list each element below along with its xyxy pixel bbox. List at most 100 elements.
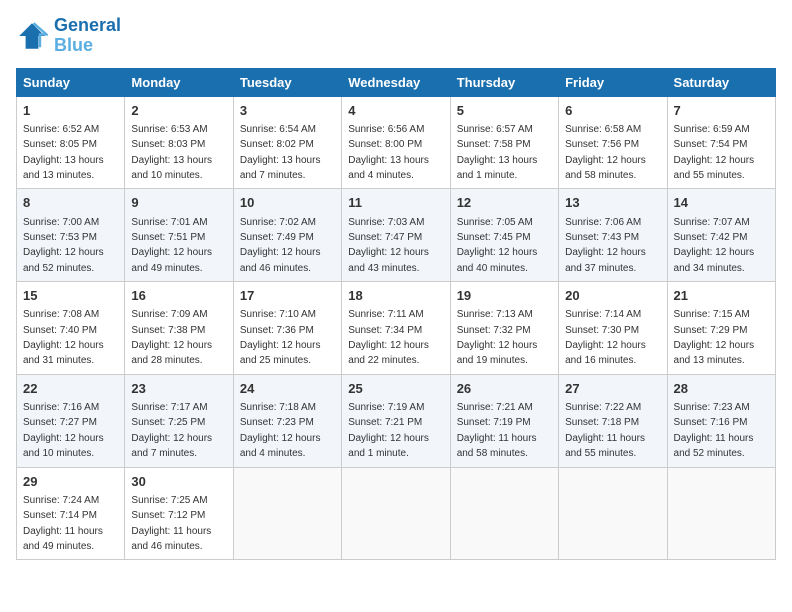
calendar-cell: 23 Sunrise: 7:17 AM Sunset: 7:25 PM Dayli… xyxy=(125,374,233,467)
calendar-cell xyxy=(667,467,775,560)
calendar-cell: 9 Sunrise: 7:01 AM Sunset: 7:51 PM Daylig… xyxy=(125,189,233,282)
day-number: 29 xyxy=(23,473,118,491)
day-info: Sunrise: 7:24 AM Sunset: 7:14 PM Dayligh… xyxy=(23,495,103,552)
calendar-cell: 10Sunrise: 7:02 AM Sunset: 7:49 PM Dayli… xyxy=(233,189,341,282)
day-number: 26 xyxy=(457,380,552,398)
calendar-cell: 30Sunrise: 7:25 AM Sunset: 7:12 PM Dayli… xyxy=(125,467,233,560)
day-info: Sunrise: 7:19 AM Sunset: 7:21 PM Dayligh… xyxy=(348,402,429,459)
calendar-cell: 27 Sunrise: 7:22 AM Sunset: 7:18 PM Dayli… xyxy=(559,374,667,467)
calendar-cell: 13 Sunrise: 7:06 AM Sunset: 7:43 PM Dayli… xyxy=(559,189,667,282)
day-info: Sunrise: 7:06 AM Sunset: 7:43 PM Dayligh… xyxy=(565,217,646,274)
calendar-cell: 12 Sunrise: 7:05 AM Sunset: 7:45 PM Dayli… xyxy=(450,189,558,282)
day-number: 13 xyxy=(565,194,660,212)
day-number: 5 xyxy=(457,102,552,120)
col-header-wednesday: Wednesday xyxy=(342,68,450,96)
week-row-2: 8Sunrise: 7:00 AM Sunset: 7:53 PM Daylig… xyxy=(17,189,776,282)
calendar-cell: 6Sunrise: 6:58 AM Sunset: 7:56 PM Daylig… xyxy=(559,96,667,189)
day-number: 7 xyxy=(674,102,769,120)
day-info: Sunrise: 7:23 AM Sunset: 7:16 PM Dayligh… xyxy=(674,402,754,459)
day-info: Sunrise: 6:54 AM Sunset: 8:02 PM Dayligh… xyxy=(240,124,321,181)
day-number: 3 xyxy=(240,102,335,120)
day-number: 18 xyxy=(348,287,443,305)
day-info: Sunrise: 7:05 AM Sunset: 7:45 PM Dayligh… xyxy=(457,217,538,274)
calendar-cell: 15 Sunrise: 7:08 AM Sunset: 7:40 PM Dayli… xyxy=(17,282,125,375)
day-number: 11 xyxy=(348,194,443,212)
calendar-cell: 11 Sunrise: 7:03 AM Sunset: 7:47 PM Dayli… xyxy=(342,189,450,282)
day-info: Sunrise: 7:08 AM Sunset: 7:40 PM Dayligh… xyxy=(23,309,104,366)
calendar-cell: 21 Sunrise: 7:15 AM Sunset: 7:29 PM Dayli… xyxy=(667,282,775,375)
day-info: Sunrise: 7:17 AM Sunset: 7:25 PM Dayligh… xyxy=(131,402,212,459)
day-number: 27 xyxy=(565,380,660,398)
calendar-cell: 8Sunrise: 7:00 AM Sunset: 7:53 PM Daylig… xyxy=(17,189,125,282)
page-header: General Blue xyxy=(16,16,776,56)
day-info: Sunrise: 6:59 AM Sunset: 7:54 PM Dayligh… xyxy=(674,124,755,181)
calendar-cell: 28 Sunrise: 7:23 AM Sunset: 7:16 PM Dayli… xyxy=(667,374,775,467)
logo: General Blue xyxy=(16,16,121,56)
day-number: 2 xyxy=(131,102,226,120)
day-info: Sunrise: 7:21 AM Sunset: 7:19 PM Dayligh… xyxy=(457,402,537,459)
day-info: Sunrise: 7:02 AM Sunset: 7:49 PM Dayligh… xyxy=(240,217,321,274)
day-info: Sunrise: 7:13 AM Sunset: 7:32 PM Dayligh… xyxy=(457,309,538,366)
day-number: 25 xyxy=(348,380,443,398)
col-header-saturday: Saturday xyxy=(667,68,775,96)
day-number: 15 xyxy=(23,287,118,305)
calendar-cell xyxy=(233,467,341,560)
col-header-sunday: Sunday xyxy=(17,68,125,96)
day-info: Sunrise: 7:00 AM Sunset: 7:53 PM Dayligh… xyxy=(23,217,104,274)
col-header-monday: Monday xyxy=(125,68,233,96)
day-info: Sunrise: 6:52 AM Sunset: 8:05 PM Dayligh… xyxy=(23,124,104,181)
calendar-cell: 18 Sunrise: 7:11 AM Sunset: 7:34 PM Dayli… xyxy=(342,282,450,375)
calendar-cell: 26 Sunrise: 7:21 AM Sunset: 7:19 PM Dayli… xyxy=(450,374,558,467)
calendar-cell: 4Sunrise: 6:56 AM Sunset: 8:00 PM Daylig… xyxy=(342,96,450,189)
calendar-cell: 19 Sunrise: 7:13 AM Sunset: 7:32 PM Dayli… xyxy=(450,282,558,375)
calendar-cell xyxy=(342,467,450,560)
day-number: 22 xyxy=(23,380,118,398)
day-number: 30 xyxy=(131,473,226,491)
day-number: 19 xyxy=(457,287,552,305)
day-info: Sunrise: 6:53 AM Sunset: 8:03 PM Dayligh… xyxy=(131,124,212,181)
calendar-cell: 1 Sunrise: 6:52 AM Sunset: 8:05 PM Daylig… xyxy=(17,96,125,189)
day-info: Sunrise: 7:09 AM Sunset: 7:38 PM Dayligh… xyxy=(131,309,212,366)
day-number: 23 xyxy=(131,380,226,398)
day-info: Sunrise: 7:03 AM Sunset: 7:47 PM Dayligh… xyxy=(348,217,429,274)
calendar-cell: 22 Sunrise: 7:16 AM Sunset: 7:27 PM Dayli… xyxy=(17,374,125,467)
day-info: Sunrise: 7:18 AM Sunset: 7:23 PM Dayligh… xyxy=(240,402,321,459)
col-header-friday: Friday xyxy=(559,68,667,96)
calendar-cell: 24Sunrise: 7:18 AM Sunset: 7:23 PM Dayli… xyxy=(233,374,341,467)
calendar-cell: 29 Sunrise: 7:24 AM Sunset: 7:14 PM Dayli… xyxy=(17,467,125,560)
calendar-cell: 3 Sunrise: 6:54 AM Sunset: 8:02 PM Daylig… xyxy=(233,96,341,189)
calendar-cell: 20Sunrise: 7:14 AM Sunset: 7:30 PM Dayli… xyxy=(559,282,667,375)
day-info: Sunrise: 7:11 AM Sunset: 7:34 PM Dayligh… xyxy=(348,309,429,366)
day-number: 16 xyxy=(131,287,226,305)
calendar-cell: 16 Sunrise: 7:09 AM Sunset: 7:38 PM Dayli… xyxy=(125,282,233,375)
day-info: Sunrise: 7:15 AM Sunset: 7:29 PM Dayligh… xyxy=(674,309,755,366)
day-number: 17 xyxy=(240,287,335,305)
column-headers: SundayMondayTuesdayWednesdayThursdayFrid… xyxy=(17,68,776,96)
day-info: Sunrise: 7:16 AM Sunset: 7:27 PM Dayligh… xyxy=(23,402,104,459)
calendar-table: SundayMondayTuesdayWednesdayThursdayFrid… xyxy=(16,68,776,561)
day-info: Sunrise: 7:01 AM Sunset: 7:51 PM Dayligh… xyxy=(131,217,212,274)
day-number: 21 xyxy=(674,287,769,305)
week-row-1: 1 Sunrise: 6:52 AM Sunset: 8:05 PM Daylig… xyxy=(17,96,776,189)
col-header-tuesday: Tuesday xyxy=(233,68,341,96)
day-number: 14 xyxy=(674,194,769,212)
day-info: Sunrise: 7:10 AM Sunset: 7:36 PM Dayligh… xyxy=(240,309,321,366)
week-row-3: 15 Sunrise: 7:08 AM Sunset: 7:40 PM Dayli… xyxy=(17,282,776,375)
day-number: 9 xyxy=(131,194,226,212)
day-number: 28 xyxy=(674,380,769,398)
calendar-cell xyxy=(559,467,667,560)
calendar-cell: 5 Sunrise: 6:57 AM Sunset: 7:58 PM Daylig… xyxy=(450,96,558,189)
week-row-5: 29 Sunrise: 7:24 AM Sunset: 7:14 PM Dayli… xyxy=(17,467,776,560)
day-number: 4 xyxy=(348,102,443,120)
calendar-cell: 14 Sunrise: 7:07 AM Sunset: 7:42 PM Dayli… xyxy=(667,189,775,282)
day-number: 20 xyxy=(565,287,660,305)
calendar-cell: 17 Sunrise: 7:10 AM Sunset: 7:36 PM Dayli… xyxy=(233,282,341,375)
day-info: Sunrise: 7:22 AM Sunset: 7:18 PM Dayligh… xyxy=(565,402,645,459)
day-number: 12 xyxy=(457,194,552,212)
day-info: Sunrise: 6:57 AM Sunset: 7:58 PM Dayligh… xyxy=(457,124,538,181)
col-header-thursday: Thursday xyxy=(450,68,558,96)
calendar-cell xyxy=(450,467,558,560)
day-number: 1 xyxy=(23,102,118,120)
day-info: Sunrise: 7:07 AM Sunset: 7:42 PM Dayligh… xyxy=(674,217,755,274)
day-number: 6 xyxy=(565,102,660,120)
